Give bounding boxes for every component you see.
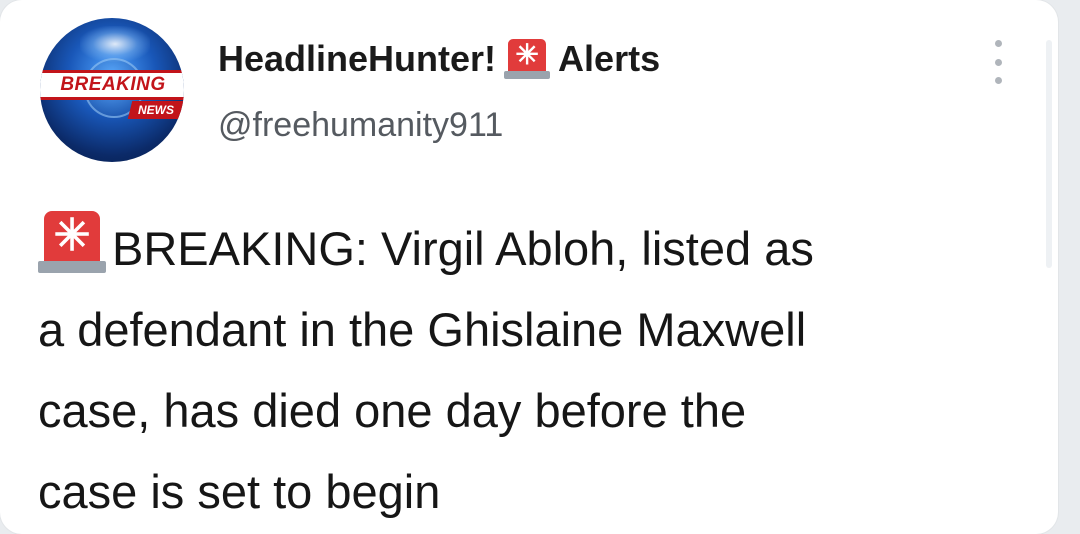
avatar-breaking-text: BREAKING (60, 74, 166, 95)
avatar-news-badge: NEWS (127, 101, 184, 119)
police-light-icon: ✳ (38, 211, 106, 273)
tweet-line-4: case is set to begin (38, 465, 441, 518)
display-name-part2: Alerts (558, 38, 661, 79)
avatar-breaking-badge: BREAKING (40, 70, 184, 100)
tweet-line-2: a defendant in the Ghislaine Maxwell (38, 303, 807, 356)
police-light-icon: ✳ (504, 39, 551, 79)
avatar-news-text: NEWS (138, 103, 174, 117)
tweet-line-1-text: BREAKING: Virgil Abloh, listed as (112, 222, 814, 275)
user-handle[interactable]: @freehumanity911 (218, 106, 503, 145)
tweet-text: ✳ BREAKING: Virgil Abloh, listed as a def… (38, 208, 1038, 532)
avatar-glow (80, 26, 150, 62)
display-name-part1: HeadlineHunter! (218, 38, 497, 79)
avatar[interactable]: BREAKING NEWS (40, 18, 184, 162)
more-options-icon[interactable] (986, 40, 1010, 84)
display-name[interactable]: HeadlineHunter! ✳ Alerts (218, 38, 660, 80)
tweet-card: BREAKING NEWS HeadlineHunter! ✳ Alerts @… (0, 0, 1058, 534)
tweet-line-3: case, has died one day before the (38, 384, 747, 437)
tweet-line-1: ✳ BREAKING: Virgil Abloh, listed as (38, 208, 1038, 289)
scrollbar[interactable] (1046, 40, 1052, 268)
